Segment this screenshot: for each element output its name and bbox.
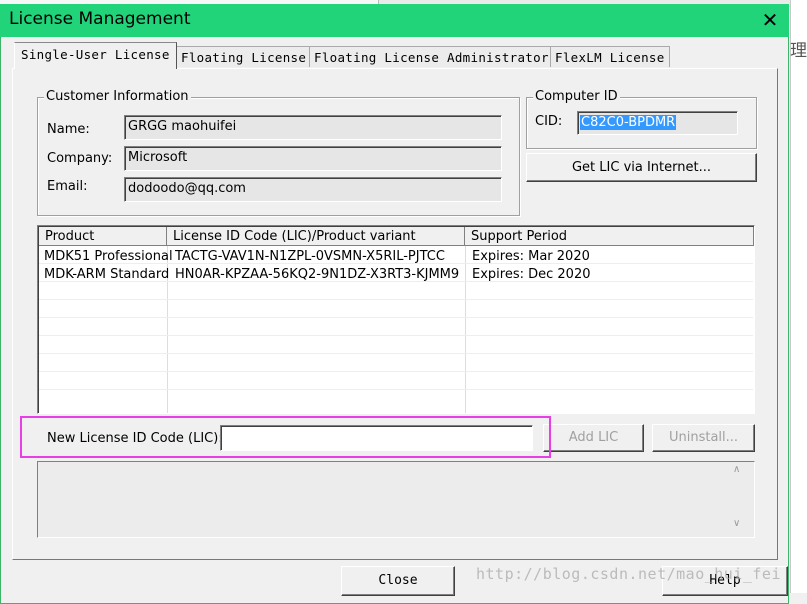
- annotation-highlight-box: [20, 416, 551, 458]
- uninstall-button[interactable]: Uninstall...: [652, 424, 755, 452]
- background-text: 理: [790, 41, 807, 61]
- tab-floating-license-administrator[interactable]: Floating License Administrator: [309, 46, 554, 67]
- close-window-icon[interactable]: ✕: [752, 4, 788, 37]
- email-label: Email:: [47, 179, 88, 194]
- tab-floating-license[interactable]: Floating License: [176, 46, 312, 67]
- name-label: Name:: [47, 122, 90, 137]
- support-period-cell: Expires: Dec 2020: [472, 267, 591, 282]
- customer-information-legend: Customer Information: [44, 89, 191, 104]
- column-header-support-period[interactable]: Support Period: [465, 227, 754, 246]
- tab-flexlm-license[interactable]: FlexLM License: [550, 46, 670, 67]
- row-gridline: [39, 371, 753, 372]
- column-header-lic[interactable]: License ID Code (LIC)/Product variant: [167, 227, 465, 246]
- tab-single-user-license[interactable]: Single-User License: [14, 42, 177, 69]
- name-field[interactable]: GRGG maohuifei: [124, 115, 502, 140]
- company-label: Company:: [47, 151, 113, 166]
- company-field[interactable]: Microsoft: [124, 146, 502, 171]
- watermark-text: http://blog.csdn.net/mao_hui_fei: [476, 565, 781, 583]
- computer-id-legend: Computer ID: [533, 89, 620, 104]
- row-gridline: [39, 317, 753, 318]
- window-title: License Management: [9, 9, 191, 29]
- row-gridline: [39, 353, 753, 354]
- cid-value: C82C0-BPDMR: [580, 115, 677, 130]
- column-header-product[interactable]: Product: [39, 227, 167, 246]
- background-window-edge: [790, 0, 807, 593]
- row-gridline: [39, 299, 753, 300]
- row-gridline: [39, 389, 753, 390]
- license-list[interactable]: Product License ID Code (LIC)/Product va…: [37, 225, 755, 414]
- cid-field[interactable]: C82C0-BPDMR: [577, 111, 738, 135]
- product-cell: MDK-ARM Standard: [44, 267, 170, 282]
- product-cell: MDK51 Professional: [44, 249, 173, 264]
- close-button[interactable]: Close: [341, 566, 455, 596]
- scroll-up-arrow-icon[interactable]: ∧: [733, 464, 740, 475]
- email-field[interactable]: dodoodo@qq.com: [124, 177, 502, 202]
- row-gridline: [39, 335, 753, 336]
- support-period-cell: Expires: Mar 2020: [472, 249, 590, 264]
- get-lic-via-internet-button[interactable]: Get LIC via Internet...: [526, 153, 757, 182]
- add-lic-button[interactable]: Add LIC: [543, 424, 644, 452]
- cid-label: CID:: [535, 114, 563, 129]
- status-message-box[interactable]: [37, 461, 755, 538]
- scroll-down-arrow-icon[interactable]: ∨: [733, 518, 740, 529]
- lic-cell: HN0AR-KPZAA-56KQ2-9N1DZ-X3RT3-KJMM9: [175, 267, 460, 282]
- lic-cell: TACTG-VAV1N-N1ZPL-0VSMN-X5RIL-PJTCC: [175, 249, 445, 264]
